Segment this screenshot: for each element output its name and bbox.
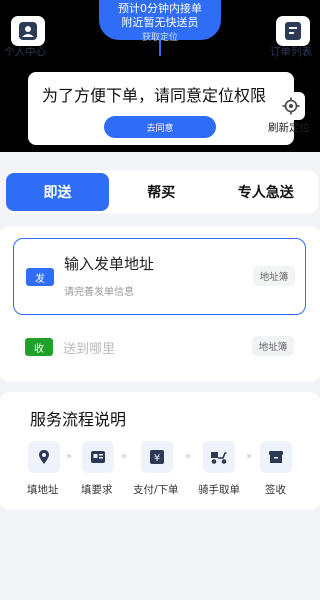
receiver-address-field[interactable]: 送到哪里 [63,338,115,357]
address-card: 发 输入发单地址 请完善发单信息 地址簿 收 送到哪里 地址簿 [0,226,320,382]
yuan-icon: ¥ [141,441,173,473]
eta-title: 预计0分钟内接单 [118,2,202,15]
order-list-icon [285,22,301,40]
step-label-requirements: 填要求 [81,484,113,496]
service-process-card: 服务流程说明 填地址 » 填要求 » ¥ 支付/下单 » 骑手取单 » 签收 [0,392,320,510]
step-label-payment: 支付/下单 [133,484,179,496]
form-card-icon [82,441,114,473]
package-icon [260,441,292,473]
service-tabs: 即送 帮买 专人急送 [6,170,318,214]
step-arrow: » [246,451,253,462]
eta-bubble: 预计0分钟内接单 附近暂无快送员 获取定位 [99,0,221,43]
eta-courier-status: 附近暂无快送员 [121,16,199,29]
scooter-icon [203,441,235,473]
process-title: 服务流程说明 [30,410,127,429]
agree-button[interactable]: 去同意 [104,116,216,138]
tab-instant[interactable]: 即送 [6,173,109,211]
step-arrow: » [66,451,73,462]
receiver-address-book-button[interactable]: 地址簿 [252,336,294,356]
order-list-label[interactable]: 订单列表 [270,44,312,59]
location-pin-icon [28,441,60,473]
crosshair-icon [282,97,300,115]
send-tag: 发 [26,268,54,286]
step-label-address: 填地址 [27,484,59,496]
permission-message: 为了方便下单，请同意定位权限 [42,86,267,105]
step-label-signoff: 签收 [265,484,286,496]
sender-address-book-button[interactable]: 地址簿 [253,266,295,286]
location-permission-card: 为了方便下单，请同意定位权限 去同意 [28,72,294,145]
tab-buy-for-me[interactable]: 帮买 [109,173,214,211]
order-list-button[interactable] [276,16,310,46]
refresh-location-button[interactable] [277,92,305,120]
step-arrow: » [121,451,128,462]
refresh-location-label[interactable]: 刷新定位 [268,120,310,135]
personal-center-label[interactable]: 个人中心 [4,44,46,59]
sender-address-title: 输入发单地址 [64,255,155,273]
sender-address-hint: 请完善发单信息 [64,287,134,298]
sender-address-field[interactable]: 发 输入发单地址 请完善发单信息 地址簿 [13,238,306,315]
receive-tag: 收 [25,338,53,356]
tab-dedicated-express[interactable]: 专人急送 [214,173,319,211]
step-arrow: » [185,451,192,462]
svg-text:¥: ¥ [154,453,160,464]
user-icon [19,22,37,40]
map-pin-line [159,40,161,56]
personal-center-button[interactable] [11,16,45,46]
step-label-pickup: 骑手取单 [198,484,240,496]
